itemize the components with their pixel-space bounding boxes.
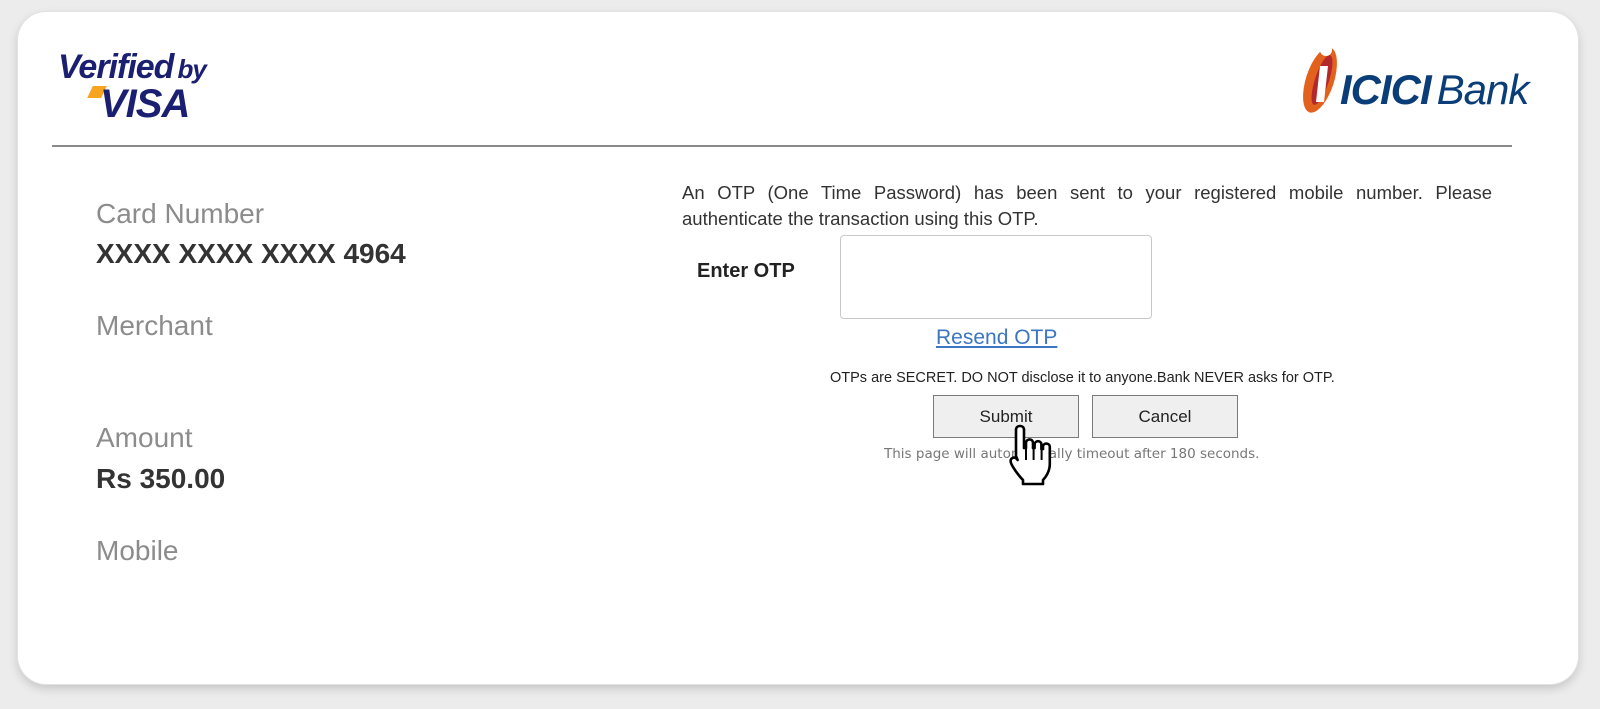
cancel-button[interactable]: Cancel — [1092, 395, 1238, 438]
mobile-label: Mobile — [96, 535, 179, 566]
visa-by-text: by — [177, 54, 206, 84]
icici-bank-logo: ICICI Bank — [1296, 36, 1529, 118]
icici-i-icon — [1303, 44, 1337, 113]
otp-input[interactable] — [840, 235, 1152, 319]
amount-label: Amount — [96, 422, 193, 453]
resend-otp-link[interactable]: Resend OTP — [936, 326, 1057, 350]
otp-sent-message: An OTP (One Time Password) has been sent… — [682, 182, 1492, 229]
otp-field-label: Enter OTP — [697, 260, 795, 282]
amount-value: Rs 350.00 — [96, 463, 226, 494]
merchant-label: Merchant — [96, 310, 213, 341]
visa-brand-text: VISA — [100, 82, 190, 126]
hand-pointer-icon — [1009, 424, 1052, 486]
icici-name-text: ICICI — [1340, 66, 1432, 113]
header-divider — [52, 145, 1512, 147]
visa-verified-text: Verified — [58, 48, 174, 86]
bank-suffix-text: Bank — [1436, 66, 1530, 113]
card-number-value: XXXX XXXX XXXX 4964 — [96, 238, 406, 269]
secure-auth-panel: Verified by VISA ICICI Bank Card Number XX… — [18, 12, 1578, 684]
card-number-label: Card Number — [96, 198, 265, 229]
otp-security-warning: OTPs are SECRET. DO NOT disclose it to a… — [830, 370, 1335, 386]
timeout-notice: This page will automatically timeout aft… — [884, 446, 1260, 462]
verified-by-visa-logo: Verified by VISA — [58, 48, 248, 128]
